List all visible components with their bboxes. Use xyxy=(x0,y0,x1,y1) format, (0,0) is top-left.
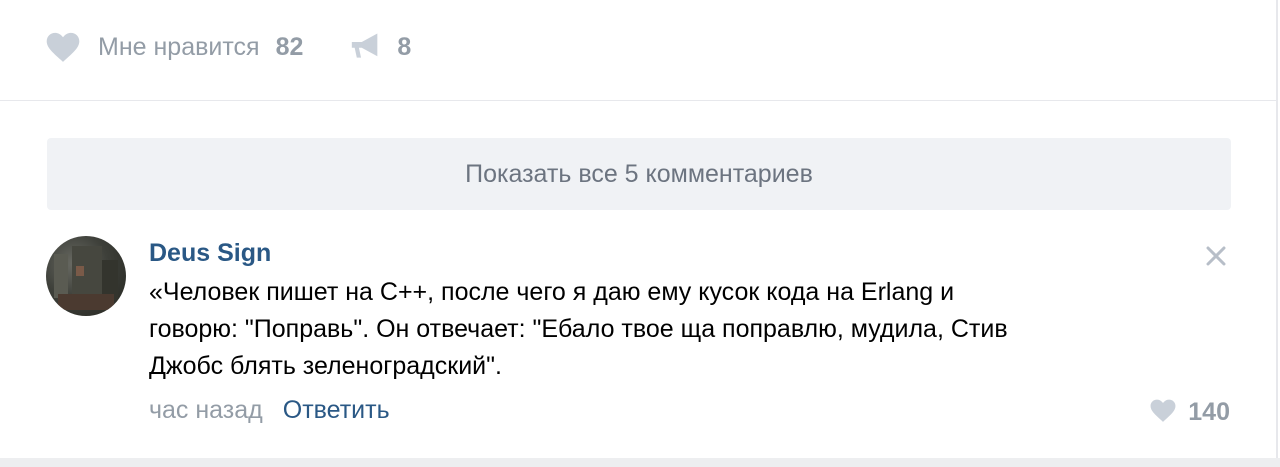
comment-text: «Человек пишет на C++, после чего я даю … xyxy=(149,278,1008,380)
show-all-comments-button[interactable]: Показать все 5 комментариев xyxy=(47,138,1231,210)
close-icon[interactable] xyxy=(1202,242,1230,270)
comment-author[interactable]: Deus Sign xyxy=(149,236,1209,270)
share-button[interactable]: 8 xyxy=(349,32,411,62)
divider xyxy=(0,100,1276,101)
post-card: Мне нравится 82 8 Показать все 5 коммент… xyxy=(0,0,1278,461)
comment-time[interactable]: час назад xyxy=(149,396,263,425)
comment-like-button[interactable]: 140 xyxy=(1150,398,1230,427)
heart-icon xyxy=(1150,399,1176,427)
like-label: Мне нравится xyxy=(98,32,260,61)
comment-meta: час назад Ответить xyxy=(149,396,390,425)
avatar[interactable] xyxy=(46,236,126,316)
comment-like-count: 140 xyxy=(1188,398,1230,426)
reply-button[interactable]: Ответить xyxy=(283,396,390,425)
like-button[interactable]: Мне нравится 82 xyxy=(46,32,303,62)
share-count: 8 xyxy=(397,32,412,61)
heart-icon xyxy=(46,32,80,62)
like-count: 82 xyxy=(275,32,304,61)
megaphone-icon xyxy=(349,32,383,62)
post-actions: Мне нравится 82 8 xyxy=(46,28,411,66)
comment-body: Deus Sign «Человек пишет на C++, после ч… xyxy=(149,236,1209,385)
feed-gap xyxy=(0,458,1280,467)
